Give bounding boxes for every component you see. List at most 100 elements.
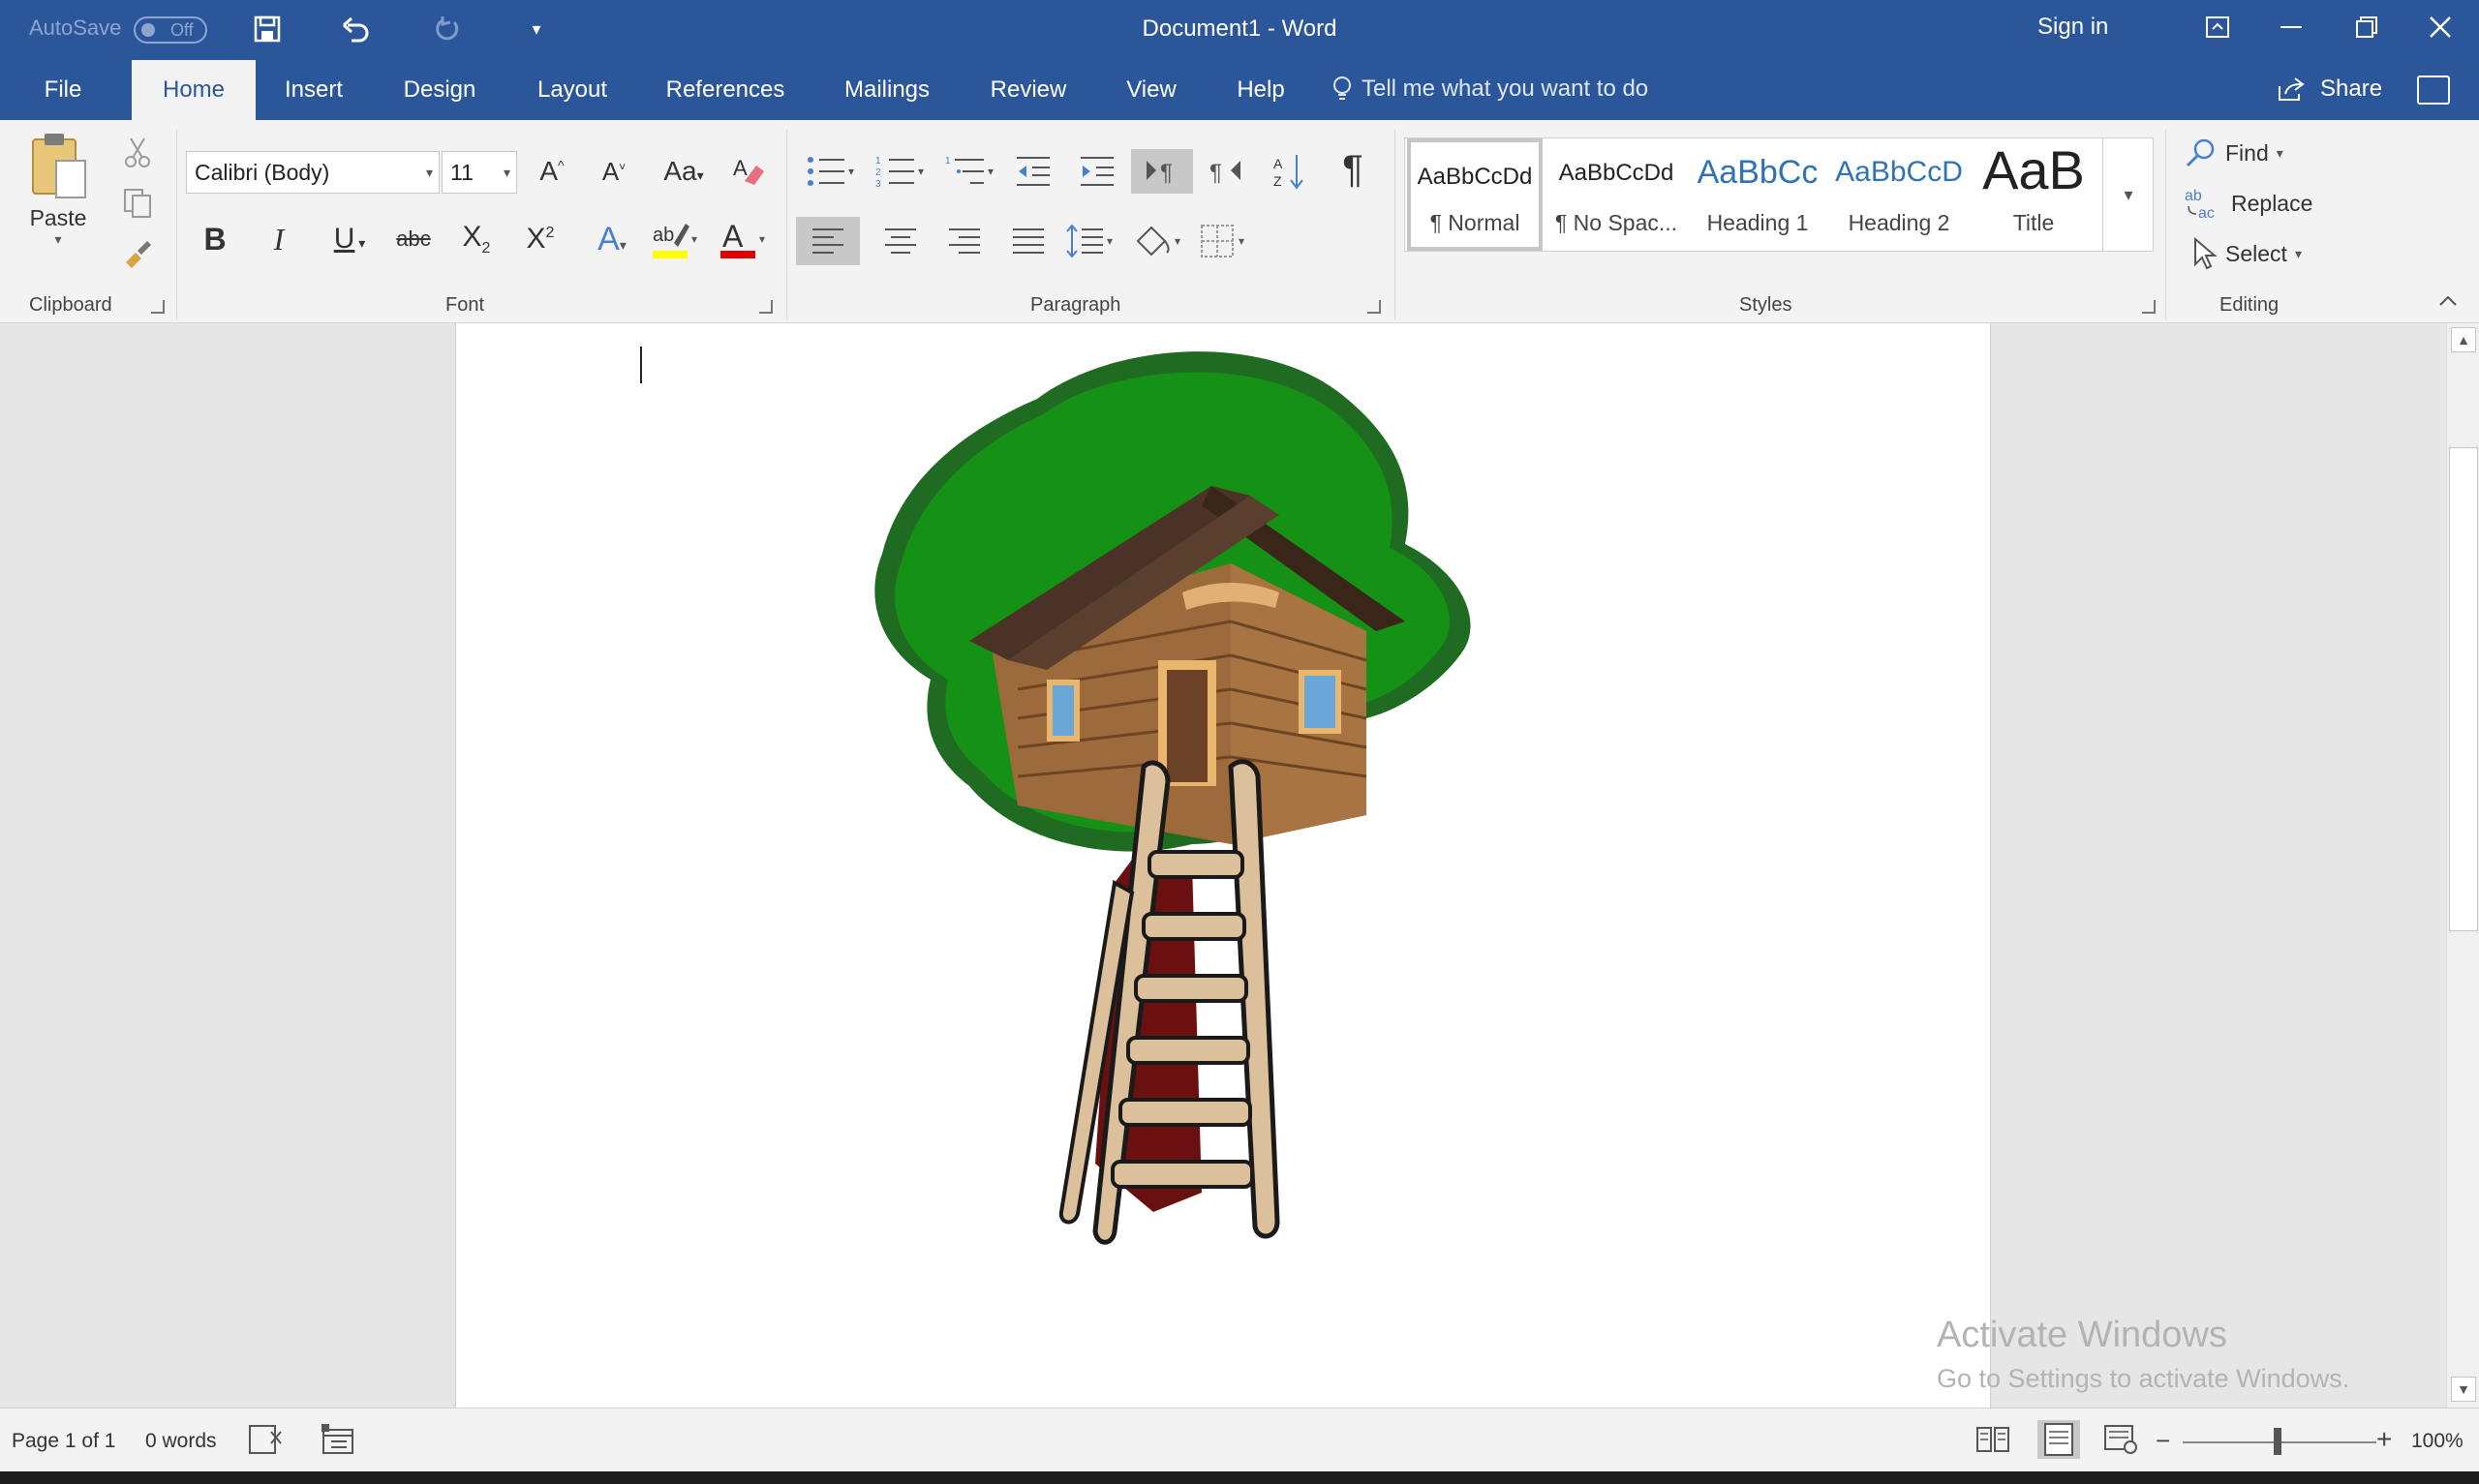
styles-dialog-launcher[interactable] [2142,300,2156,314]
bullets-button[interactable]: ▾ [804,149,862,194]
bullets-icon: ▾ [808,157,854,186]
redo-button[interactable] [426,10,469,48]
tab-view[interactable]: View [1112,60,1191,120]
pilcrow-icon: ¶ [1342,147,1363,191]
paste-button[interactable]: Paste ▾ [21,130,95,275]
shading-button[interactable]: ▾ [1129,217,1189,265]
show-formatting-marks-button[interactable]: ¶ [1331,147,1375,192]
tab-review[interactable]: Review [976,60,1081,120]
svg-text:▾: ▾ [1107,234,1113,248]
zoom-in-button[interactable]: + [2376,1426,2392,1453]
font-name-combo[interactable]: Calibri (Body) ▾ [186,151,440,194]
superscript-button[interactable]: X2 [519,217,562,261]
font-dialog-launcher[interactable] [759,300,773,314]
document-page[interactable] [455,323,1991,1408]
find-button[interactable]: Find ▾ [2185,134,2320,172]
align-left-button[interactable] [796,217,860,265]
styles-group-label: Styles [1739,294,1792,316]
sort-button[interactable]: AZ [1267,149,1311,194]
style-title[interactable]: AaB Title [1971,138,2096,251]
save-button[interactable] [246,10,289,48]
word-count[interactable]: 0 words [145,1430,217,1453]
text-effects-button[interactable]: A▾ [587,217,637,261]
line-spacing-button[interactable]: ▾ [1061,217,1121,265]
zoom-slider-thumb[interactable] [2274,1428,2281,1455]
font-color-button[interactable]: A ▾ [715,217,773,261]
restore-button[interactable] [2332,0,2402,54]
style-no-spacing[interactable]: AaBbCcDd ¶ No Spac... [1546,138,1686,251]
zoom-out-button[interactable]: − [2156,1428,2170,1453]
increase-indent-button[interactable] [1075,149,1119,194]
undo-button[interactable] [335,10,378,48]
scroll-down-button[interactable]: ▼ [2451,1377,2476,1402]
grow-font-button[interactable]: A^ [531,149,573,194]
style-heading-2[interactable]: AaBbCcD Heading 2 [1829,138,1969,251]
subscript-button[interactable]: X2 [455,217,498,261]
zoom-level[interactable]: 100% [2411,1430,2464,1453]
align-right-button[interactable] [935,217,994,265]
tab-layout[interactable]: Layout [521,60,624,120]
page-count[interactable]: Page 1 of 1 [12,1430,115,1453]
strikethrough-button[interactable]: abc [389,217,438,261]
styles-more-button[interactable]: ▾ [2104,138,2153,251]
bold-button[interactable]: B [196,217,234,261]
tab-home[interactable]: Home [132,60,256,120]
numbering-button[interactable]: 1 2 3 ▾ [873,149,932,194]
save-icon [254,15,281,43]
print-layout-button[interactable] [2037,1420,2080,1459]
decrease-indent-button[interactable] [1011,149,1056,194]
select-button[interactable]: Select ▾ [2192,234,2328,273]
macro-icon [321,1424,353,1454]
style-normal[interactable]: AaBbCcDd ¶ Normal [1407,138,1543,251]
scroll-thumb[interactable] [2449,447,2478,931]
paragraph-dialog-launcher[interactable] [1367,300,1381,314]
comments-icon[interactable] [2417,76,2450,105]
borders-button[interactable]: ▾ [1197,217,1257,265]
replace-button[interactable]: ab ac Replace [2185,184,2320,223]
tab-mailings[interactable]: Mailings [827,60,947,120]
proofing-status-button[interactable] [248,1422,287,1457]
collapse-ribbon-button[interactable] [2433,287,2464,316]
lightbulb-icon [1333,76,1351,100]
rtl-text-direction-button[interactable]: ¶ [1205,149,1249,194]
align-center-icon [885,228,916,254]
tab-references[interactable]: References [655,60,796,120]
format-painter-button[interactable] [118,234,157,273]
highlight-color-button[interactable]: ab ▾ [647,217,705,261]
sign-in-link[interactable]: Sign in [2037,14,2108,41]
scroll-up-button[interactable]: ▲ [2451,327,2476,352]
underline-button[interactable]: U ▾ [321,217,378,261]
share-button[interactable]: Share [2278,76,2382,103]
autosave-toggle[interactable]: Off [134,16,207,44]
ltr-text-direction-button[interactable]: ¶ [1131,149,1193,194]
center-button[interactable] [872,217,930,265]
macro-recording-button[interactable] [320,1422,358,1457]
justify-button[interactable] [999,217,1057,265]
web-layout-button[interactable] [2103,1424,2138,1455]
tab-design[interactable]: Design [385,60,494,120]
ribbon-display-options-button[interactable] [2183,0,2252,54]
read-mode-button[interactable] [1975,1424,2010,1455]
multilevel-list-button[interactable]: 1 ▾ [943,149,1001,194]
minimize-button[interactable] [2256,0,2326,54]
clipboard-dialog-launcher[interactable] [151,300,165,314]
tab-file[interactable]: File [19,60,107,120]
chevron-down-icon: ▾ [425,165,433,180]
style-heading-1[interactable]: AaBbCc Heading 1 [1688,138,1827,251]
shrink-font-button[interactable]: A˅ [593,149,635,194]
justify-icon [1013,228,1044,254]
tell-me-search[interactable]: Tell me what you want to do [1332,76,1648,103]
copy-button[interactable] [118,184,157,223]
treehouse-image[interactable] [824,341,1579,1270]
customize-qat-button[interactable]: ▾ [515,10,558,48]
svg-text:ab: ab [653,225,674,246]
vertical-scrollbar[interactable]: ▲ ▼ [2446,323,2479,1408]
tab-insert[interactable]: Insert [267,60,360,120]
change-case-button[interactable]: Aa▾ [657,149,711,194]
cut-button[interactable] [118,134,157,172]
italic-button[interactable]: I [260,217,298,261]
tab-help[interactable]: Help [1222,60,1300,120]
clear-formatting-button[interactable]: A [726,149,771,194]
font-size-combo[interactable]: 11 ▾ [442,151,517,194]
close-button[interactable] [2405,0,2475,54]
